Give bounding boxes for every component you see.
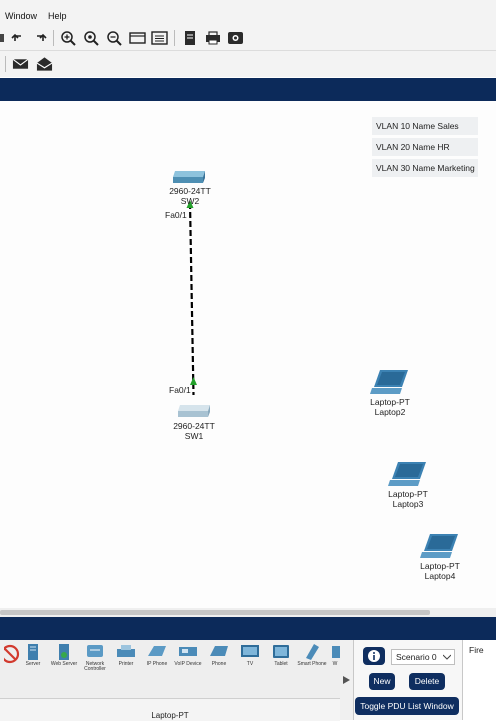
laptop3-name: Laptop3 — [392, 499, 424, 509]
laptop-icon — [420, 534, 458, 558]
switch-icon — [173, 171, 205, 183]
server-icon[interactable]: Server — [21, 642, 45, 670]
laptop3-label: Laptop-PT Laptop3 — [380, 489, 436, 509]
selected-device-label: Laptop-PT — [151, 711, 189, 720]
info-button[interactable] — [363, 647, 385, 665]
tv-icon[interactable]: TV — [238, 642, 262, 670]
laptop-icon — [370, 370, 408, 394]
collapse-arrow-icon — [343, 676, 350, 684]
info-icon — [368, 650, 380, 662]
laptop3-model: Laptop-PT — [388, 489, 428, 499]
laptop3[interactable] — [388, 461, 428, 491]
workspace-horizontal-scrollbar[interactable] — [0, 608, 496, 617]
scenario-selected-value: Scenario 0 — [396, 652, 437, 662]
tablet-icon[interactable]: Tablet — [269, 642, 293, 670]
sw2-name: SW2 — [180, 196, 200, 206]
delete-scenario-button[interactable]: Delete — [409, 673, 445, 690]
chevron-down-icon — [443, 654, 451, 660]
device-label-network-controller: Network Controller — [84, 661, 106, 672]
device-label-phone: Phone — [211, 661, 227, 667]
panel-collapse-bar[interactable] — [340, 640, 353, 720]
sw2-model: 2960-24TT — [169, 186, 211, 196]
scenario-select[interactable]: Scenario 0 — [391, 649, 455, 665]
new-scenario-button[interactable]: New — [369, 673, 395, 690]
device-label-ip-phone: IP Phone — [146, 661, 168, 667]
switch-sw1[interactable] — [176, 403, 212, 422]
device-label-tv: TV — [246, 661, 254, 667]
laptop4[interactable] — [420, 533, 460, 563]
ip-phone-icon[interactable]: IP Phone — [145, 642, 169, 670]
sw1-model: 2960-24TT — [173, 421, 215, 431]
laptop2-name: Laptop2 — [374, 407, 406, 417]
device-label-wireless: W — [332, 661, 338, 667]
laptop4-model: Laptop-PT — [420, 561, 460, 571]
switch-icon — [178, 405, 210, 417]
toggle-pdu-list-button[interactable]: Toggle PDU List Window — [355, 697, 459, 715]
network-controller-icon[interactable]: Network Controller — [83, 642, 107, 672]
device-label-voip-device: VoIP Device — [174, 661, 202, 667]
device-name-bar: Laptop-PT — [0, 698, 340, 721]
sw1-label: 2960-24TT SW1 — [167, 421, 221, 441]
laptop2-model: Laptop-PT — [370, 397, 410, 407]
laptop2-label: Laptop-PT Laptop2 — [362, 397, 418, 417]
device-label-web-server: Web Server — [50, 661, 78, 667]
sw2-label: 2960-24TT SW2 — [163, 186, 217, 206]
scrollbar-thumb[interactable] — [0, 610, 430, 615]
device-label-tablet: Tablet — [274, 661, 288, 667]
laptop4-label: Laptop-PT Laptop4 — [412, 561, 468, 581]
port-up-indicator-sw1 — [190, 377, 197, 385]
fire-column-header: Fire — [469, 645, 484, 655]
phone-icon[interactable]: Phone — [207, 642, 231, 670]
printer-icon[interactable]: Printer — [114, 642, 138, 670]
device-panel-bar — [0, 617, 496, 640]
web-server-icon[interactable]: Web Server — [50, 642, 78, 670]
sw1-port-label: Fa0/1 — [169, 385, 191, 395]
sw2-port-label: Fa0/1 — [165, 210, 187, 220]
cable-sw2-sw1 — [188, 202, 195, 396]
device-label-smart-phone: Smart Phone — [297, 661, 327, 667]
pdu-list-table: Fire — [462, 640, 496, 720]
wireless-icon[interactable]: W — [330, 642, 340, 670]
laptop2[interactable] — [370, 369, 410, 399]
laptop4-name: Laptop4 — [424, 571, 456, 581]
device-label-printer: Printer — [118, 661, 134, 667]
laptop-icon — [388, 462, 426, 486]
device-label-server: Server — [25, 661, 41, 667]
sw1-name: SW1 — [184, 431, 204, 441]
voip-device-icon[interactable]: VoIP Device — [174, 642, 202, 670]
smart-phone-icon[interactable]: Smart Phone — [297, 642, 327, 670]
